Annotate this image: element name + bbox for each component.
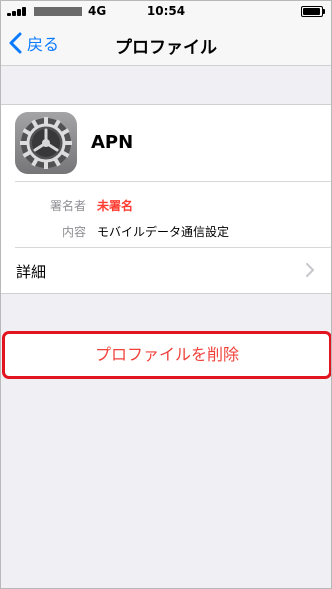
profile-card: APN 署名者 未署名 内容 モバイルデータ通信設定 詳細 — [1, 104, 331, 294]
status-bar: 4G 10:54 — [1, 1, 331, 21]
navigation-bar: 戻る プロファイル — [1, 21, 331, 66]
signer-label: 署名者 — [49, 199, 86, 213]
divider — [15, 181, 331, 182]
contents-row: 内容 モバイルデータ通信設定 — [1, 221, 331, 241]
chevron-right-icon — [306, 263, 314, 277]
page-title: プロファイル — [115, 38, 217, 58]
profile-header: APN — [1, 105, 331, 181]
phone-screen: 4G 10:54 戻る プロファイル APN 署名者 未署名 内容 モバイルデー… — [0, 0, 332, 589]
signer-value: 未署名 — [97, 199, 134, 213]
settings-gear-icon — [15, 112, 77, 174]
signer-row: 署名者 未署名 — [1, 195, 331, 215]
battery-icon — [301, 6, 325, 17]
remove-profile-button[interactable]: プロファイルを削除 — [2, 331, 331, 379]
contents-label: 内容 — [61, 225, 86, 239]
profile-name: APN — [91, 132, 134, 153]
details-label: 詳細 — [16, 263, 47, 281]
contents-value: モバイルデータ通信設定 — [97, 225, 230, 239]
status-time: 10:54 — [146, 4, 186, 18]
details-row[interactable]: 詳細 — [1, 248, 331, 293]
